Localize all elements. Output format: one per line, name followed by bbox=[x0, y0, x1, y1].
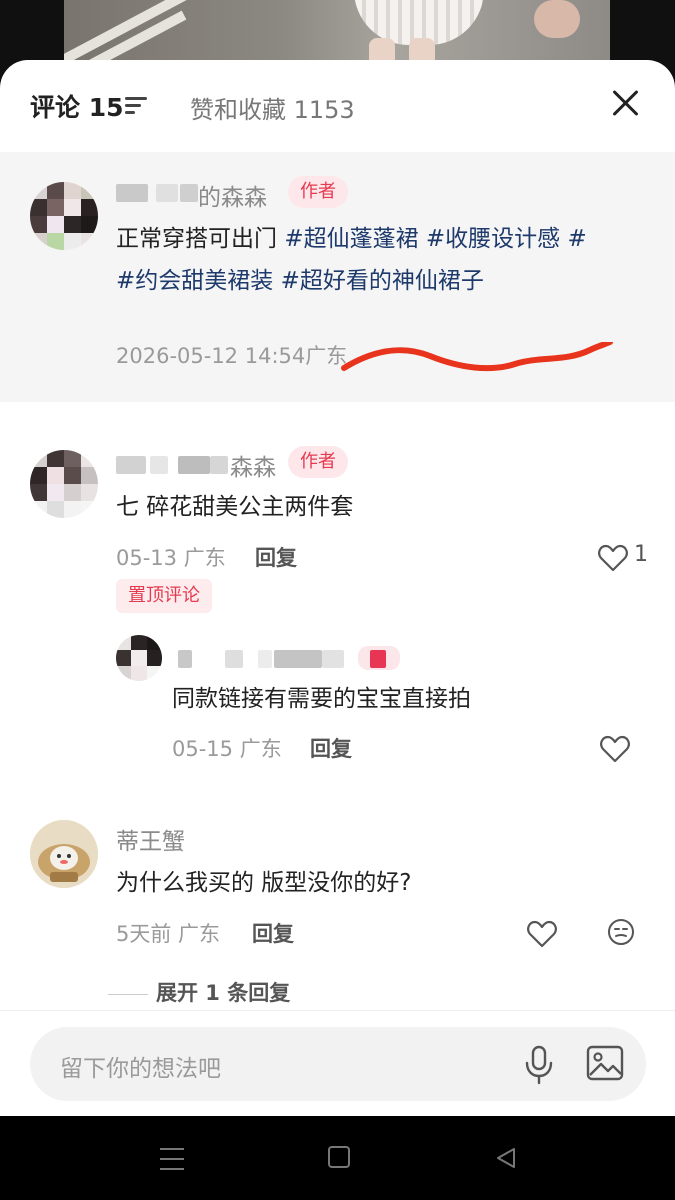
post-timestamp-location: 2026-05-12 14:54广东 bbox=[116, 344, 348, 368]
username-redacted bbox=[150, 456, 168, 474]
username-redacted bbox=[210, 456, 228, 474]
hashtag[interactable]: #超仙蓬蓬裙 bbox=[284, 226, 418, 252]
avatar-image bbox=[30, 820, 98, 888]
comments-sheet: 评论 15 赞和收藏 1153 的森森 作者 正常穿搭可出门 #超仙蓬蓬裙 #收… bbox=[0, 60, 675, 1116]
avatar[interactable] bbox=[30, 820, 98, 888]
username[interactable]: 森森 bbox=[230, 448, 276, 482]
username-redacted bbox=[156, 184, 178, 202]
post-description: 正常穿搭可出门 #超仙蓬蓬裙 #收腰设计感 # #约会甜美裙装 #超好看的神仙裙子 bbox=[116, 218, 646, 302]
avatar[interactable] bbox=[116, 635, 162, 681]
hashtag[interactable]: #超好看的神仙裙子 bbox=[281, 268, 484, 294]
comment-input-bar: 留下你的想法吧 bbox=[0, 1010, 675, 1116]
heart-icon[interactable] bbox=[598, 544, 628, 572]
username-redacted bbox=[274, 650, 322, 668]
username-redacted bbox=[370, 650, 386, 668]
reply-button[interactable]: 回复 bbox=[255, 542, 297, 572]
tab-comments[interactable]: 评论 15 bbox=[30, 88, 124, 124]
red-scribble-annotation bbox=[341, 342, 613, 372]
username[interactable]: 的森森 bbox=[198, 178, 267, 212]
home-icon[interactable] bbox=[328, 1146, 350, 1168]
hashtag[interactable]: #收腰设计感 bbox=[426, 226, 560, 252]
username[interactable]: 蒂王蟹 bbox=[116, 822, 185, 856]
reply-button[interactable]: 回复 bbox=[310, 733, 352, 763]
comment-input-placeholder: 留下你的想法吧 bbox=[60, 1056, 221, 1082]
username-redacted bbox=[225, 650, 243, 668]
system-navigation-bar bbox=[0, 1116, 675, 1200]
expand-replies-button[interactable]: 展开 1 条回复 bbox=[108, 977, 290, 1007]
sort-icon[interactable] bbox=[125, 94, 149, 118]
pinned-comment-badge: 置顶评论 bbox=[116, 579, 212, 613]
username-redacted bbox=[116, 456, 146, 474]
hashtag[interactable]: #约会甜美裙装 bbox=[116, 268, 273, 294]
comment-text: 七 碎花甜美公主两件套 bbox=[116, 494, 354, 520]
username-redacted bbox=[258, 650, 272, 668]
comment-text: 为什么我买的 版型没你的好? bbox=[116, 870, 412, 896]
author-badge: 作者 bbox=[288, 446, 348, 478]
username-redacted bbox=[322, 650, 344, 668]
avatar[interactable] bbox=[30, 182, 98, 250]
username-redacted bbox=[180, 184, 198, 202]
image-icon[interactable] bbox=[586, 1045, 624, 1081]
comments-header: 评论 15 赞和收藏 1153 bbox=[0, 60, 675, 152]
menu-icon[interactable] bbox=[160, 1148, 184, 1170]
hashtag[interactable]: # bbox=[568, 226, 587, 252]
username-redacted bbox=[178, 650, 192, 668]
like-count: 1 bbox=[634, 542, 648, 567]
comment-input[interactable]: 留下你的想法吧 bbox=[30, 1027, 646, 1101]
comment-date-location: 05-13 广东 bbox=[116, 546, 226, 570]
close-icon[interactable] bbox=[608, 86, 642, 120]
avatar[interactable] bbox=[30, 450, 98, 518]
tab-likes-and-favorites[interactable]: 赞和收藏 1153 bbox=[190, 90, 355, 125]
expand-replies-label: 展开 1 条回复 bbox=[156, 981, 291, 1005]
description-text: 正常穿搭可出门 bbox=[116, 226, 285, 252]
username-redacted bbox=[116, 184, 148, 202]
reply-text: 同款链接有需要的宝宝直接拍 bbox=[172, 686, 471, 712]
comment-date-location: 5天前 广东 bbox=[116, 922, 221, 946]
heart-icon[interactable] bbox=[600, 735, 630, 763]
reply-button[interactable]: 回复 bbox=[252, 918, 294, 948]
back-icon[interactable] bbox=[494, 1146, 518, 1170]
heart-icon[interactable] bbox=[527, 920, 557, 948]
author-badge: 作者 bbox=[288, 176, 348, 208]
username-redacted bbox=[178, 456, 210, 474]
reply-date-location: 05-15 广东 bbox=[172, 737, 282, 761]
mic-icon[interactable] bbox=[524, 1045, 554, 1085]
emoji-icon[interactable] bbox=[607, 918, 635, 946]
